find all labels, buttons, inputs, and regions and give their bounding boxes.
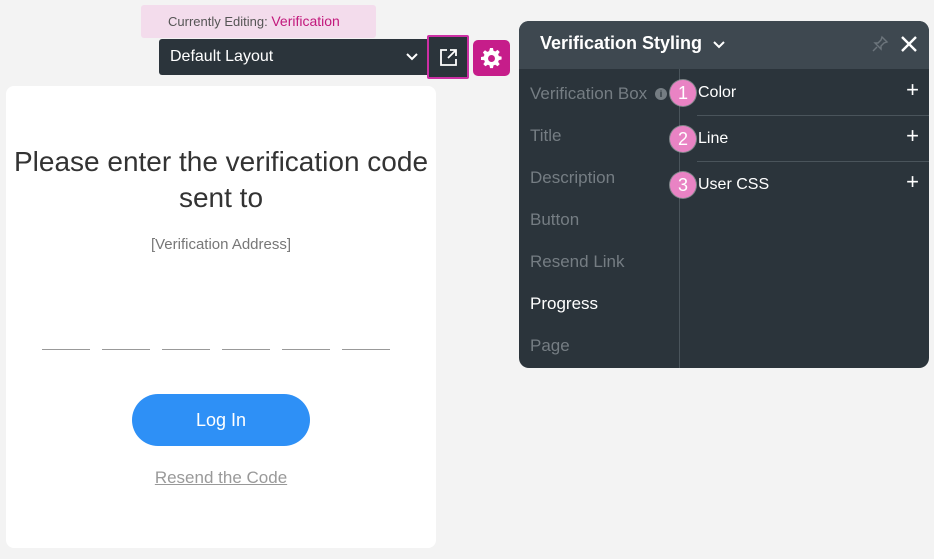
layout-select-value: Default Layout: [170, 48, 274, 65]
settings-button[interactable]: [473, 40, 510, 76]
verification-address: [Verification Address]: [150, 236, 292, 253]
verification-card: Please enter the verification code sent …: [6, 86, 436, 548]
code-digit-input[interactable]: [102, 349, 150, 350]
chevron-down-icon: [713, 34, 725, 55]
code-digit-input[interactable]: [222, 349, 270, 350]
nav-item-verification-box[interactable]: Verification Box: [530, 84, 647, 104]
step-badge-2: 2: [670, 126, 696, 152]
property-row-user-css[interactable]: User CSS +: [697, 162, 929, 208]
nav-item-page[interactable]: Page: [530, 336, 570, 356]
pin-icon[interactable]: [871, 35, 889, 58]
panel-title-dropdown[interactable]: Verification Styling: [540, 33, 725, 55]
nav-item-title[interactable]: Title: [530, 126, 562, 146]
nav-item-resend-link[interactable]: Resend Link: [530, 252, 625, 272]
gear-icon: [481, 48, 502, 69]
plus-icon[interactable]: +: [906, 125, 919, 147]
external-link-icon: [440, 49, 457, 66]
property-label: Line: [698, 130, 729, 147]
info-icon[interactable]: i: [655, 88, 667, 100]
currently-editing-label: Currently Editing:: [168, 14, 268, 29]
code-digit-input[interactable]: [42, 349, 90, 350]
plus-icon[interactable]: +: [906, 171, 919, 193]
close-icon[interactable]: [899, 34, 919, 59]
code-digit-input[interactable]: [162, 349, 210, 350]
code-digit-input[interactable]: [342, 349, 390, 350]
step-badge-1: 1: [670, 80, 696, 106]
property-row-color[interactable]: Color +: [697, 70, 929, 116]
open-external-button[interactable]: [427, 35, 469, 79]
chevron-down-icon: [405, 39, 419, 89]
layout-select[interactable]: Default Layout: [159, 39, 429, 75]
code-digit-input[interactable]: [282, 349, 330, 350]
property-row-line[interactable]: Line +: [697, 116, 929, 162]
property-label: User CSS: [698, 176, 770, 193]
nav-item-button[interactable]: Button: [530, 210, 579, 230]
currently-editing-value: Verification: [271, 13, 340, 29]
nav-item-description[interactable]: Description: [530, 168, 615, 188]
verification-title: Please enter the verification code sent …: [13, 146, 429, 213]
styling-panel: Verification Styling Verification Box i …: [519, 21, 929, 368]
panel-title: Verification Styling: [540, 33, 703, 53]
step-badge-3: 3: [670, 172, 696, 198]
login-button[interactable]: Log In: [132, 394, 310, 446]
panel-divider: [679, 69, 680, 368]
panel-header: Verification Styling: [519, 21, 929, 69]
resend-code-link[interactable]: Resend the Code: [6, 468, 436, 488]
property-label: Color: [698, 84, 737, 101]
nav-item-progress[interactable]: Progress: [530, 294, 598, 314]
plus-icon[interactable]: +: [906, 79, 919, 101]
currently-editing-banner: Currently Editing: Verification: [141, 5, 376, 38]
